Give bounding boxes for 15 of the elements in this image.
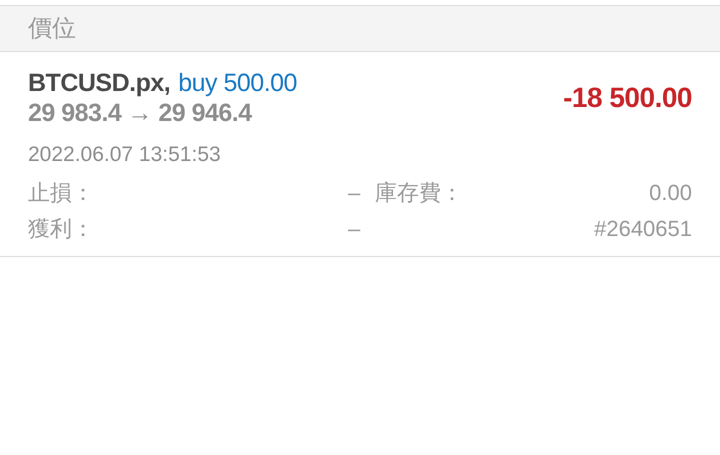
arrow: → xyxy=(127,98,152,128)
detail-value: 0.00 xyxy=(649,179,692,207)
detail-value: #2640651 xyxy=(594,215,692,243)
detail-label: 獲利： xyxy=(28,215,95,243)
open-price: 29 983.4 xyxy=(28,98,122,128)
detail-value: – xyxy=(348,179,362,207)
symbol: BTCUSD.px, xyxy=(28,68,170,98)
detail-label: 庫存費： xyxy=(375,179,464,207)
detail-label: 止損： xyxy=(28,179,95,207)
section-header: 價位 xyxy=(28,14,76,44)
profit: -18 500.00 xyxy=(563,81,692,115)
order-time: 2022.06.07 13:51:53 xyxy=(28,142,222,168)
current-price: 29 946.4 xyxy=(158,98,252,128)
order-side: buy 500.00 xyxy=(178,68,297,98)
detail-value: – xyxy=(348,215,362,243)
